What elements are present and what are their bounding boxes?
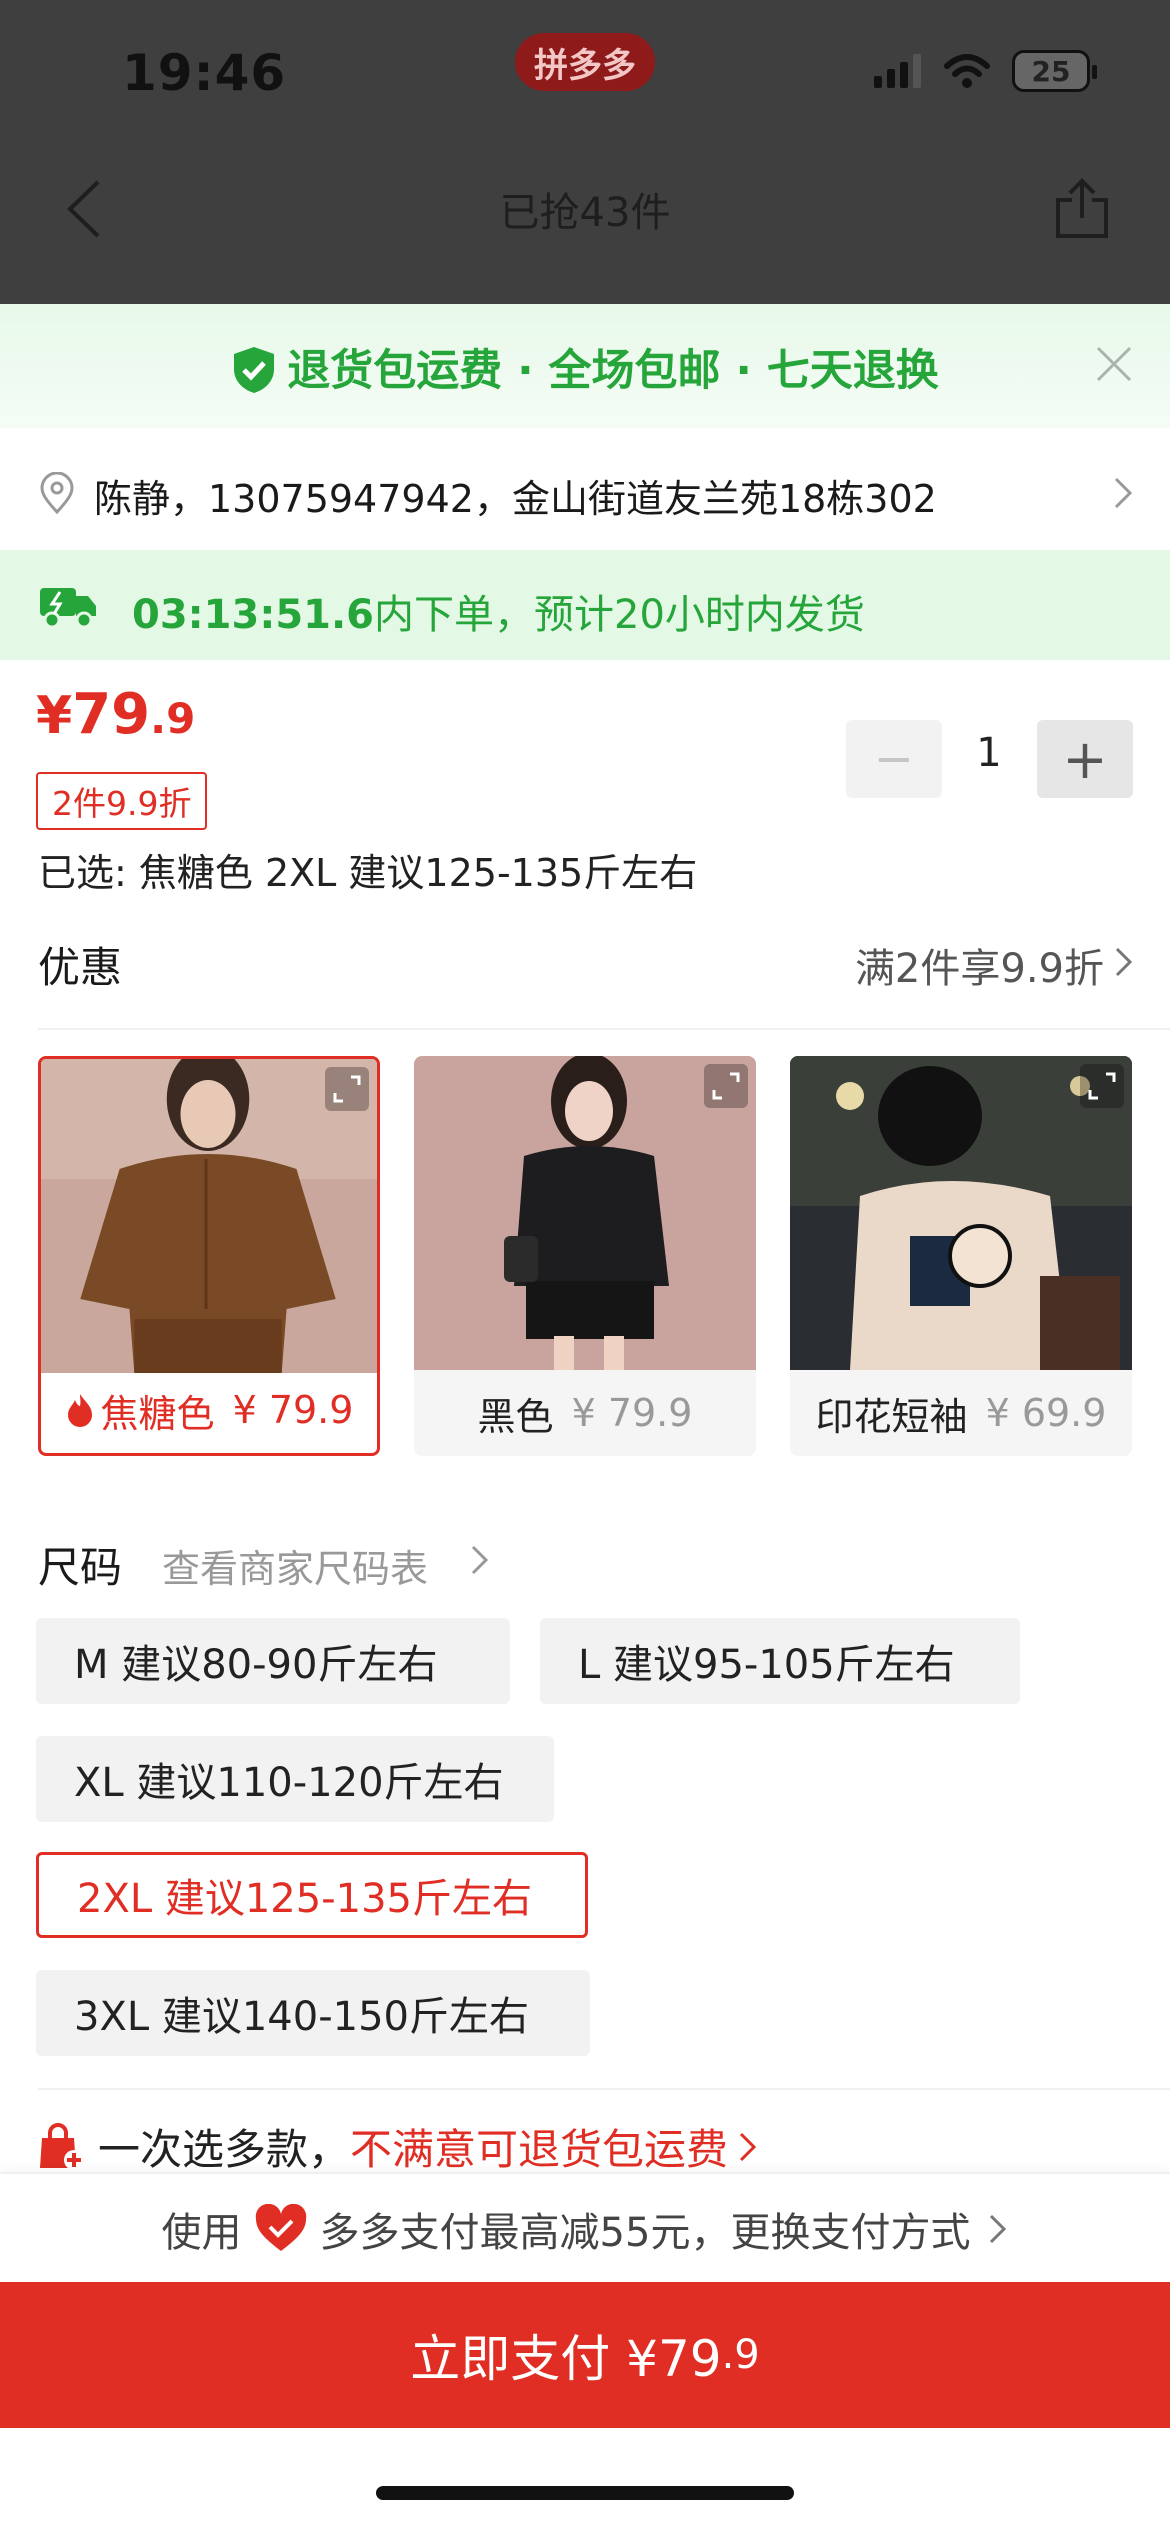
chevron-right-icon: [990, 2214, 1007, 2244]
service-banner-text: 退货包运费 · 全场包邮 · 七天退换: [287, 346, 939, 396]
color-option-caramel[interactable]: 焦糖色 ¥ 79.9: [38, 1056, 380, 1456]
color-name: 焦糖色: [65, 1383, 215, 1438]
color-caption: 焦糖色 ¥ 79.9: [41, 1367, 377, 1453]
expand-arrows: [712, 1072, 740, 1100]
color-option-black[interactable]: 黑色 ¥ 79.9: [414, 1056, 756, 1456]
color-name: 印花短袖: [815, 1394, 968, 1439]
fire-icon: [67, 1394, 92, 1427]
shield-check-icon: [234, 347, 275, 393]
discount-tag: 2件9.9折: [36, 772, 208, 830]
shipping-countdown: 03:13:51.6: [132, 592, 375, 638]
app-indicator-pill: 拼多多: [515, 33, 655, 91]
shipping-note: 内下单，预计20小时内发货: [374, 592, 865, 638]
selected-spec: 已选: 焦糖色 2XL 建议125-135斤左右: [38, 851, 698, 895]
divider: [38, 2088, 1170, 2090]
heart-check-icon: [255, 2204, 306, 2251]
status-time: 19:46: [122, 44, 287, 102]
pay-now-button[interactable]: 立即支付 ¥79.9: [0, 2282, 1170, 2428]
expand-arrows: [1088, 1072, 1116, 1100]
page-title: 已抢43件: [499, 190, 671, 236]
location-pin-icon: [40, 472, 74, 514]
price-integer: 79: [72, 682, 151, 747]
color-price: ¥ 79.9: [232, 1388, 354, 1432]
address-text: 陈静，13075947942，金山街道友兰苑18栋302: [94, 477, 937, 521]
shipping-text: 03:13:51.6内下单，预计20小时内发货: [132, 582, 865, 640]
color-caption: 黑色 ¥ 79.9: [414, 1370, 756, 1456]
color-name: 黑色: [477, 1394, 554, 1439]
size-label: 尺码: [38, 1543, 123, 1592]
chevron-right-icon[interactable]: [1114, 946, 1134, 978]
quantity-increase-button[interactable]: +: [1037, 720, 1133, 798]
address-row[interactable]: 陈静，13075947942，金山街道友兰苑18栋302: [0, 428, 1170, 555]
share-icon[interactable]: [1054, 178, 1110, 240]
multi-select-text: 一次选多款，: [98, 2125, 351, 2174]
color-caption: 印花短袖 ¥ 69.9: [790, 1370, 1132, 1456]
price-decimal: .9: [150, 694, 196, 743]
pay-now-label: 立即支付 ¥79: [410, 2330, 722, 2388]
wifi-icon: [944, 54, 990, 88]
size-option-l[interactable]: L 建议95-105斤左右: [540, 1618, 1020, 1704]
purchase-sheet: 退货包运费 · 全场包邮 · 七天退换 陈静，13075947942，金山街道友…: [0, 304, 1170, 2532]
quantity-decrease-button[interactable]: −: [846, 720, 942, 798]
size-chart-link[interactable]: 查看商家尺码表: [162, 1538, 428, 1593]
payment-prefix: 使用: [161, 2210, 242, 2256]
color-option-print-tee[interactable]: 印花短袖 ¥ 69.9: [790, 1056, 1132, 1456]
service-banner: 退货包运费 · 全场包邮 · 七天退换: [0, 304, 1170, 428]
dimmed-background[interactable]: 19:46 拼多多 25 已抢43件: [0, 0, 1170, 304]
color-price: ¥ 69.9: [985, 1391, 1107, 1435]
price: ¥79.9: [36, 682, 195, 747]
shopping-bag-icon: [40, 2122, 84, 2170]
promo-value[interactable]: 满2件享9.9折: [855, 936, 1104, 994]
close-icon[interactable]: [1094, 344, 1134, 384]
expand-image-icon[interactable]: [1080, 1064, 1124, 1108]
divider: [38, 1028, 1170, 1030]
chevron-right-icon: [1114, 477, 1133, 509]
size-option-3xl[interactable]: 3XL 建议140-150斤左右: [36, 1970, 590, 2056]
color-price: ¥ 79.9: [571, 1391, 693, 1435]
size-option-2xl[interactable]: 2XL 建议125-135斤左右: [36, 1852, 588, 1938]
signal-icon: [874, 54, 921, 88]
return-shipping-link[interactable]: 不满意可退货包运费: [350, 2116, 728, 2177]
chevron-right-icon: [739, 2132, 757, 2161]
service-banner-row: 退货包运费 · 全场包邮 · 七天退换: [0, 336, 1170, 398]
pay-now-decimal: .9: [721, 2332, 760, 2378]
expand-image-icon[interactable]: [704, 1064, 748, 1108]
home-indicator[interactable]: [376, 2486, 794, 2500]
payment-method-row: 使用 多多支付最高减55元，更换支付方式: [0, 2200, 1170, 2258]
size-option-m[interactable]: M 建议80-90斤左右: [36, 1618, 510, 1704]
expand-image-icon[interactable]: [325, 1067, 369, 1111]
payment-method-text: 多多支付最高减55元，更换支付方式: [319, 2210, 971, 2256]
battery-indicator: 25: [1012, 50, 1097, 92]
quantity-value: 1: [976, 730, 1002, 776]
promo-label: 优惠: [38, 943, 123, 992]
size-option-xl[interactable]: XL 建议110-120斤左右: [36, 1736, 554, 1822]
shipping-row: 03:13:51.6内下单，预计20小时内发货: [0, 550, 1170, 660]
multi-select-row[interactable]: 一次选多款， 不满意可退货包运费: [36, 2116, 758, 2177]
color-name-text: 焦糖色: [100, 1391, 215, 1436]
color-options: 焦糖色 ¥ 79.9 黑色 ¥ 79.9 印花短袖 ¥ 69.9: [38, 1056, 1132, 1456]
chevron-right-icon[interactable]: [470, 1544, 490, 1576]
status-icons: 25: [874, 50, 1097, 92]
delivery-truck-icon: [40, 588, 96, 628]
expand-arrows: [333, 1075, 361, 1103]
payment-method-bar[interactable]: 使用 多多支付最高减55元，更换支付方式: [0, 2172, 1170, 2278]
price-currency: ¥: [36, 686, 73, 746]
